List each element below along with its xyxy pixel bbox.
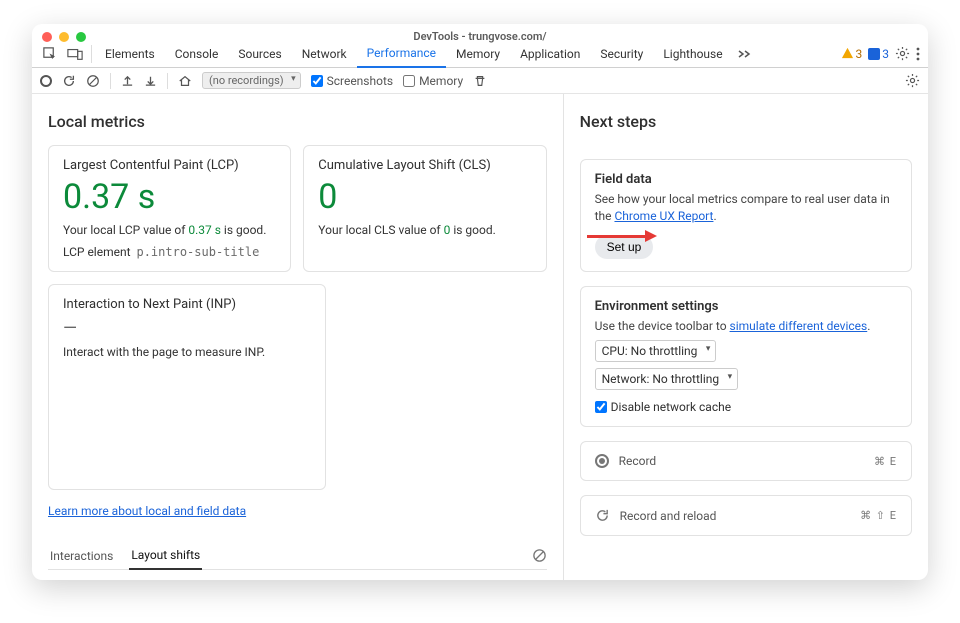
tab-security[interactable]: Security [590, 40, 653, 67]
home-icon[interactable] [178, 74, 192, 88]
next-steps-heading: Next steps [580, 112, 912, 131]
learn-more-link[interactable]: Learn more about local and field data [48, 504, 246, 518]
cls-title: Cumulative Layout Shift (CLS) [318, 158, 531, 173]
inp-value: — [63, 318, 311, 339]
window-titlebar: DevTools - trungvose.com/ [32, 24, 928, 40]
more-tabs-icon[interactable] [733, 40, 755, 67]
settings-icon[interactable] [895, 46, 910, 61]
lcp-value: 0.37 s [63, 177, 276, 217]
tab-elements[interactable]: Elements [95, 40, 165, 67]
tab-console[interactable]: Console [165, 40, 229, 67]
lcp-card: Largest Contentful Paint (LCP) 0.37 s Yo… [48, 145, 291, 272]
issues-badge[interactable]: 3 [868, 47, 889, 61]
cpu-throttle-select[interactable]: CPU: No throttling [595, 340, 717, 362]
cls-desc: Your local CLS value of 0 is good. [318, 223, 531, 237]
network-throttle-select[interactable]: Network: No throttling [595, 368, 739, 390]
cls-value: 0 [318, 177, 531, 217]
record-icon[interactable] [40, 75, 52, 87]
tab-memory[interactable]: Memory [446, 40, 510, 67]
record-reload-label: Record and reload [620, 509, 717, 523]
field-data-title: Field data [595, 172, 897, 187]
traffic-light-close[interactable] [42, 32, 52, 42]
local-metrics-heading: Local metrics [48, 112, 547, 131]
garbage-collect-icon[interactable] [473, 74, 487, 88]
traffic-light-minimize[interactable] [59, 32, 69, 42]
inp-desc: Interact with the page to measure INP. [63, 345, 311, 359]
warnings-count: 3 [856, 47, 863, 61]
clear-subtab-icon[interactable] [532, 548, 547, 563]
inp-card: Interaction to Next Paint (INP) — Intera… [48, 284, 326, 490]
env-text: Use the device toolbar to simulate diffe… [595, 318, 897, 335]
kebab-menu-icon[interactable] [916, 47, 920, 61]
clear-icon[interactable] [86, 74, 100, 88]
field-data-panel: Field data See how your local metrics co… [580, 159, 912, 272]
tab-performance[interactable]: Performance [357, 41, 446, 68]
record-label: Record [619, 454, 657, 468]
record-reload-shortcut: ⌘ ⇧ E [860, 509, 897, 522]
tab-sources[interactable]: Sources [228, 40, 291, 67]
env-title: Environment settings [595, 299, 897, 314]
disable-cache-checkbox[interactable]: Disable network cache [595, 400, 897, 414]
setup-button[interactable]: Set up [595, 235, 654, 259]
issues-count: 3 [882, 47, 889, 61]
cls-card: Cumulative Layout Shift (CLS) 0 Your loc… [303, 145, 546, 272]
tab-application[interactable]: Application [510, 40, 590, 67]
warnings-badge[interactable]: 3 [841, 47, 863, 61]
lcp-desc: Your local LCP value of 0.37 s is good. [63, 223, 276, 237]
env-panel: Environment settings Use the device tool… [580, 286, 912, 428]
recordings-select[interactable]: (no recordings) [202, 72, 301, 89]
record-dot-icon [595, 454, 609, 468]
subtabs: Interactions Layout shifts [48, 542, 547, 570]
load-profile-icon[interactable] [121, 74, 134, 87]
subtab-layout-shifts[interactable]: Layout shifts [129, 542, 202, 570]
tab-lighthouse[interactable]: Lighthouse [653, 40, 732, 67]
devtools-tabs: Elements Console Sources Network Perform… [32, 40, 928, 68]
record-row[interactable]: Record ⌘ E [580, 441, 912, 481]
record-shortcut: ⌘ E [874, 455, 897, 468]
lcp-element-selector[interactable]: p.intro-sub-title [136, 245, 259, 259]
subtab-interactions[interactable]: Interactions [48, 543, 115, 569]
inspect-icon[interactable] [36, 40, 62, 67]
reload-icon-small [595, 508, 610, 523]
simulate-devices-link[interactable]: simulate different devices [730, 319, 868, 333]
field-data-text: See how your local metrics compare to re… [595, 191, 897, 225]
lcp-title: Largest Contentful Paint (LCP) [63, 158, 276, 173]
performance-toolbar: (no recordings) Screenshots Memory [32, 68, 928, 94]
save-profile-icon[interactable] [144, 74, 157, 87]
lcp-element-row: LCP element p.intro-sub-title [63, 245, 276, 259]
memory-checkbox[interactable]: Memory [403, 74, 463, 88]
tab-network[interactable]: Network [292, 40, 357, 67]
device-toolbar-icon[interactable] [62, 40, 88, 67]
record-reload-row[interactable]: Record and reload ⌘ ⇧ E [580, 495, 912, 536]
reload-icon[interactable] [62, 74, 76, 88]
inp-title: Interaction to Next Paint (INP) [63, 297, 311, 312]
capture-settings-icon[interactable] [905, 73, 920, 88]
crux-link[interactable]: Chrome UX Report [614, 209, 713, 223]
screenshots-checkbox[interactable]: Screenshots [311, 74, 393, 88]
traffic-light-zoom[interactable] [76, 32, 86, 42]
